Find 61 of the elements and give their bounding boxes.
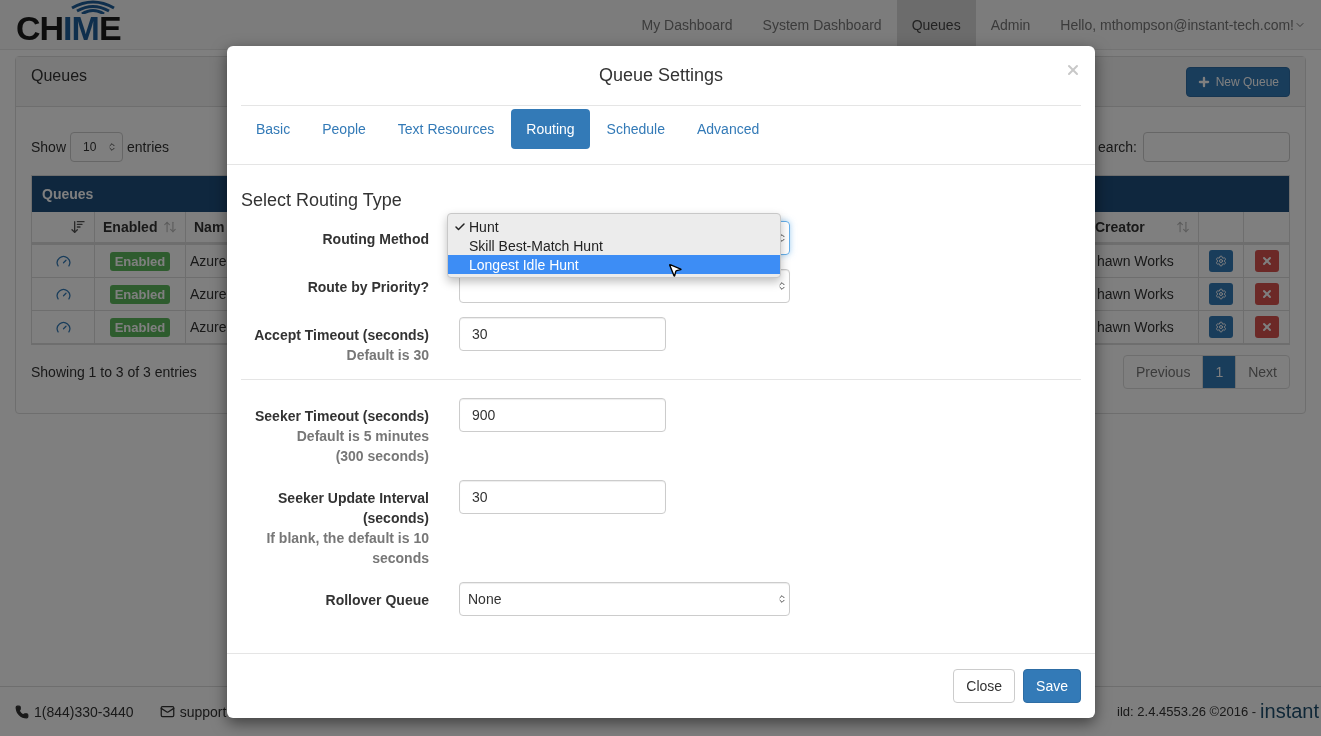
status-badge: Enabled bbox=[109, 284, 171, 304]
page-link[interactable]: Previous bbox=[1122, 355, 1204, 389]
column-header[interactable]: Nam bbox=[194, 219, 225, 235]
dialog-title: Queue Settings bbox=[598, 65, 724, 86]
column-header[interactable]: Enabled bbox=[103, 219, 158, 235]
page-link[interactable]: 1 bbox=[1202, 355, 1237, 389]
page-link[interactable]: Next bbox=[1235, 355, 1290, 389]
table-cell: Azure bbox=[190, 253, 227, 269]
instant-logo: instant bbox=[1260, 700, 1319, 723]
table-cell: Azure bbox=[190, 319, 227, 335]
user-menu[interactable]: Hello, mthompson@instant-tech.com! bbox=[1045, 0, 1321, 49]
help-text: If blank, the default is 10 bbox=[265, 529, 429, 548]
nav-link[interactable]: My Dashboard bbox=[626, 0, 748, 49]
section-title: Select Routing Type bbox=[241, 190, 403, 211]
page-size-select[interactable]: 10 bbox=[70, 132, 124, 162]
status-badge: Enabled bbox=[109, 251, 171, 271]
search-label: earch: bbox=[1098, 139, 1137, 155]
field-label: Seeker Timeout (seconds) bbox=[253, 407, 429, 426]
nav-link[interactable]: Queues bbox=[896, 0, 976, 49]
column-header[interactable]: Creator bbox=[1095, 219, 1145, 235]
input-field[interactable]: 30 bbox=[459, 317, 666, 351]
panel-title: Queues bbox=[31, 66, 88, 85]
nav-link[interactable]: Admin bbox=[975, 0, 1046, 49]
show-label: Show bbox=[31, 139, 67, 155]
select-field[interactable]: None bbox=[459, 582, 790, 616]
build-info: ild: 2.4.4553.26 ©2016 - bbox=[1117, 704, 1257, 719]
save-button[interactable]: Save bbox=[1023, 669, 1081, 703]
phone-number: 1(844)330-3440 bbox=[34, 703, 134, 720]
table-info: Showing 1 to 3 of 3 entries bbox=[31, 364, 197, 380]
new-queue-button[interactable]: New Queue bbox=[1185, 66, 1290, 97]
tab[interactable]: Text Resources bbox=[382, 109, 510, 149]
support-email[interactable]: support bbox=[179, 703, 227, 720]
input-field[interactable]: 30 bbox=[459, 480, 666, 514]
status-badge: Enabled bbox=[109, 317, 171, 337]
dropdown-option[interactable]: Skill Best-Match Hunt bbox=[448, 236, 780, 255]
tab[interactable]: People bbox=[307, 109, 381, 149]
field-label: Route by Priority? bbox=[306, 278, 429, 297]
tab[interactable]: Basic bbox=[241, 109, 306, 149]
field-label: Accept Timeout (seconds) bbox=[253, 326, 429, 345]
tab[interactable]: Advanced bbox=[681, 109, 775, 149]
dropdown-option[interactable]: Longest Idle Hunt bbox=[448, 255, 780, 274]
field-label: Rollover Queue bbox=[324, 591, 429, 610]
table-cell: Azure bbox=[190, 286, 227, 302]
dropdown-option[interactable]: Hunt bbox=[448, 217, 780, 236]
nav-link[interactable]: System Dashboard bbox=[747, 0, 897, 49]
help-text: seconds bbox=[371, 549, 429, 568]
chime-logo: CHIME bbox=[16, 0, 121, 49]
table-cell: hawn Works bbox=[1097, 253, 1174, 269]
field-label: Seeker Update Interval bbox=[277, 489, 429, 508]
table-cell: hawn Works bbox=[1097, 286, 1174, 302]
close-button[interactable]: Close bbox=[953, 669, 1016, 703]
tab[interactable]: Routing bbox=[511, 109, 590, 149]
field-label: Routing Method bbox=[321, 230, 429, 249]
tab[interactable]: Schedule bbox=[591, 109, 680, 149]
table-cell: hawn Works bbox=[1097, 319, 1174, 335]
help-text: Default is 5 minutes bbox=[295, 427, 429, 446]
input-field[interactable]: 900 bbox=[459, 398, 666, 432]
help-text: Default is 30 bbox=[345, 346, 429, 365]
field-label: (seconds) bbox=[361, 509, 429, 528]
help-text: (300 seconds) bbox=[334, 447, 429, 466]
entries-label: entries bbox=[127, 139, 170, 155]
